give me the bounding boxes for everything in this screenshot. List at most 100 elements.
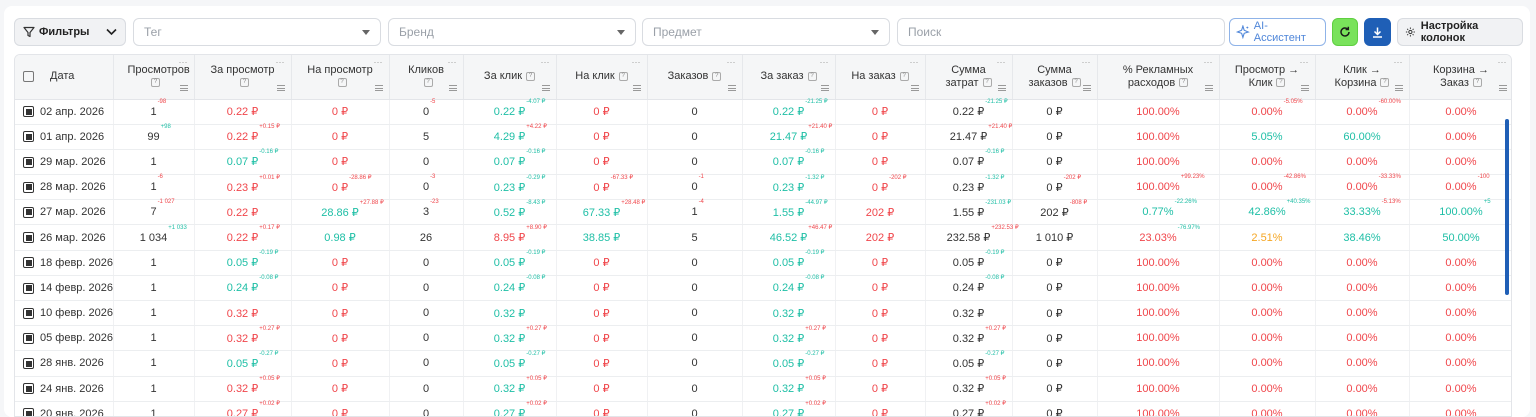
more-icon[interactable]: ··· — [541, 56, 550, 69]
column-header-per_order[interactable]: За заказ? ··· — [742, 55, 836, 100]
column-menu-icon[interactable] — [1082, 84, 1091, 91]
ai-assistant-button[interactable]: AI-Ассистент — [1229, 18, 1326, 46]
search-input[interactable]: Поиск — [897, 18, 1225, 46]
table-row[interactable]: 20 янв. 2026 1 0.27 ₽ +0.02 ₽0 ₽0 0.27 ₽ +0.0… — [15, 401, 1511, 416]
more-icon[interactable]: ··· — [374, 56, 383, 69]
column-menu-icon[interactable] — [1300, 84, 1309, 91]
more-icon[interactable]: ··· — [1300, 56, 1309, 69]
info-icon[interactable]: ? — [1179, 78, 1189, 88]
row-checkbox[interactable] — [23, 232, 34, 244]
info-icon[interactable]: ? — [807, 71, 817, 81]
info-icon[interactable]: ? — [526, 71, 536, 81]
info-icon[interactable]: ? — [982, 78, 992, 88]
table-row[interactable]: 26 мар. 2026 1 034 +1 033 0.22 ₽ +0.17 ₽0.98… — [15, 225, 1511, 251]
column-header-cart_order[interactable]: Корзина → Заказ? ··· — [1409, 55, 1511, 100]
row-checkbox[interactable] — [23, 282, 34, 294]
table-row[interactable]: 14 февр. 2026 1 0.24 ₽ -0.08 ₽0 ₽0 0.24 ₽ -0.… — [15, 275, 1511, 302]
more-icon[interactable]: ··· — [910, 56, 919, 69]
more-icon[interactable]: ··· — [820, 56, 829, 69]
table-row[interactable]: 10 февр. 2026 1 0.32 ₽ 0 ₽ 0 0.32 ₽ 0 ₽ 0 0.32 ₽… — [15, 300, 1511, 327]
column-header-view_click[interactable]: Просмотр → Клик? ··· — [1219, 55, 1316, 100]
row-checkbox[interactable] — [23, 383, 34, 395]
column-header-ad_share[interactable]: % Рекламных расходов? ··· — [1097, 55, 1220, 100]
column-header-clicks[interactable]: Кликов? ··· — [389, 55, 464, 100]
column-menu-icon[interactable] — [910, 84, 919, 91]
table-row[interactable]: 18 февр. 2026 1 0.05 ₽ -0.19 ₽0 ₽0 0.05 ₽ -0.… — [15, 250, 1511, 276]
column-menu-icon[interactable] — [820, 84, 829, 91]
info-icon[interactable]: ? — [423, 78, 433, 88]
info-icon[interactable]: ? — [899, 71, 909, 81]
table-row[interactable]: 24 янв. 2026 1 0.32 ₽ +0.05 ₽0 ₽0 0.32 ₽ +0.0… — [15, 376, 1511, 402]
table-row[interactable]: 27 мар. 2026 7 -1 027 0.22 ₽ 28.86 ₽ +27.88 ₽… — [15, 199, 1511, 226]
cell-value: 0.00% — [1346, 155, 1378, 168]
column-menu-icon[interactable] — [997, 84, 1006, 91]
table-row[interactable]: 28 мар. 2026 1 -6 0.23 ₽ +0.01 ₽0 ₽ -28.86 ₽0… — [15, 174, 1511, 201]
more-icon[interactable]: ··· — [1394, 56, 1403, 69]
more-icon[interactable]: ··· — [1498, 56, 1507, 69]
more-icon[interactable]: ··· — [1082, 56, 1091, 69]
refresh-button[interactable] — [1332, 18, 1358, 46]
tag-select[interactable]: Тег — [133, 18, 381, 46]
info-icon[interactable]: ? — [337, 78, 347, 88]
column-menu-icon[interactable] — [374, 84, 383, 91]
row-checkbox[interactable] — [23, 257, 34, 269]
info-icon[interactable]: ? — [151, 78, 160, 88]
row-checkbox[interactable] — [23, 206, 34, 218]
column-header-orders[interactable]: Заказов? ··· — [647, 55, 743, 100]
column-header-click_cart[interactable]: Клик → Корзина? ··· — [1315, 55, 1410, 100]
row-checkbox[interactable] — [23, 106, 34, 118]
column-menu-icon[interactable] — [1498, 84, 1507, 91]
table-row[interactable]: 02 апр. 2026 1 -98 0.22 ₽0 ₽0 -5 0.22 ₽ -4.07 … — [15, 99, 1511, 125]
column-menu-icon[interactable] — [276, 84, 285, 91]
column-menu-icon[interactable] — [727, 84, 736, 91]
column-header-views[interactable]: Просмотров? ··· — [113, 55, 195, 100]
row-checkbox[interactable] — [23, 181, 34, 193]
column-menu-icon[interactable] — [1204, 84, 1213, 91]
column-menu-icon[interactable] — [448, 84, 457, 91]
column-header-per_click[interactable]: За клик? ··· — [463, 55, 557, 100]
row-checkbox[interactable] — [23, 156, 34, 168]
more-icon[interactable]: ··· — [727, 56, 736, 69]
row-checkbox[interactable] — [23, 131, 34, 143]
brand-select[interactable]: Бренд — [388, 18, 636, 46]
column-header-date[interactable]: Дата — [15, 55, 114, 100]
column-header-on_view[interactable]: На просмотр? ··· — [291, 55, 390, 100]
column-menu-icon[interactable] — [179, 84, 188, 91]
column-menu-icon[interactable] — [541, 84, 550, 91]
row-checkbox[interactable] — [23, 408, 34, 416]
column-header-on_order[interactable]: На заказ? ··· — [835, 55, 926, 100]
more-icon[interactable]: ··· — [997, 56, 1006, 69]
info-icon[interactable]: ? — [1276, 78, 1286, 88]
column-header-on_click[interactable]: На клик? ··· — [556, 55, 648, 100]
vertical-scrollbar[interactable] — [1505, 119, 1509, 295]
info-icon[interactable]: ? — [618, 71, 628, 81]
filters-button[interactable]: Фильтры — [14, 18, 126, 46]
cell-value: 0.32 ₽ — [772, 307, 805, 320]
column-header-spend[interactable]: Сумма затрат? ··· — [925, 55, 1013, 100]
more-icon[interactable]: ··· — [632, 56, 641, 69]
more-icon[interactable]: ··· — [1204, 56, 1213, 69]
row-checkbox[interactable] — [23, 307, 34, 319]
column-header-per_view[interactable]: За просмотр? ··· — [194, 55, 292, 100]
column-menu-icon[interactable] — [1394, 84, 1403, 91]
more-icon[interactable]: ··· — [276, 56, 285, 69]
info-icon[interactable]: ? — [1472, 78, 1482, 88]
download-button[interactable] — [1364, 18, 1391, 46]
column-menu-icon[interactable] — [632, 84, 641, 91]
column-header-order_sum[interactable]: Сумма заказов? ··· — [1012, 55, 1098, 100]
column-settings-button[interactable]: Настройка колонок — [1397, 18, 1523, 46]
more-icon[interactable]: ··· — [448, 56, 457, 69]
info-icon[interactable]: ? — [712, 71, 722, 81]
row-checkbox[interactable] — [23, 332, 34, 344]
row-checkbox[interactable] — [23, 358, 34, 370]
table-row[interactable]: 28 янв. 2026 1 0.05 ₽ -0.27 ₽0 ₽0 0.05 ₽ -0.2… — [15, 350, 1511, 377]
info-icon[interactable]: ? — [1071, 78, 1081, 88]
select-all-checkbox[interactable] — [23, 70, 34, 82]
info-icon[interactable]: ? — [1380, 78, 1390, 88]
more-icon[interactable]: ··· — [179, 56, 188, 69]
table-row[interactable]: 01 апр. 2026 99 +98 0.22 ₽ +0.15 ₽0 ₽5 4.29 ₽… — [15, 124, 1511, 150]
info-icon[interactable]: ? — [240, 78, 249, 88]
table-row[interactable]: 29 мар. 2026 1 0.07 ₽ -0.16 ₽0 ₽0 0.07 ₽ -0.1… — [15, 149, 1511, 176]
table-row[interactable]: 05 февр. 2026 1 0.32 ₽ +0.27 ₽0 ₽0 0.32 ₽ +0.… — [15, 325, 1511, 352]
subject-select[interactable]: Предмет — [642, 18, 890, 46]
